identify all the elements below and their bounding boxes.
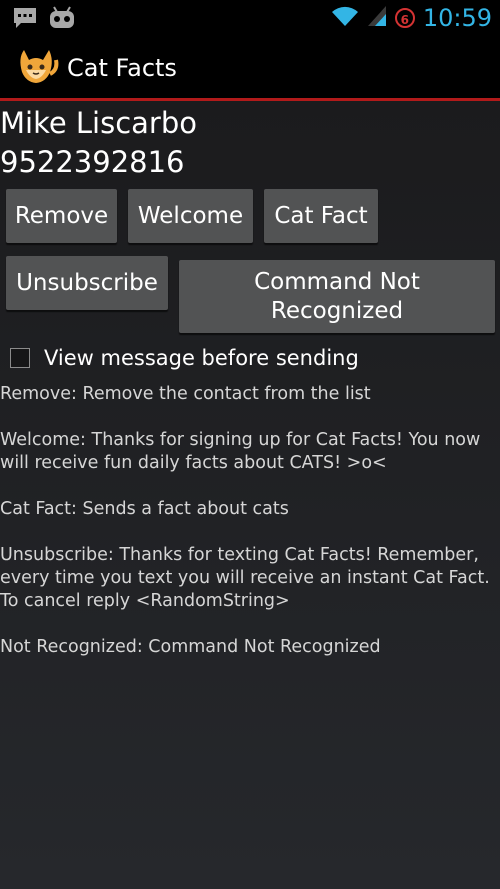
- view-message-checkbox[interactable]: [10, 348, 30, 368]
- view-message-toggle[interactable]: View message before sending: [10, 346, 359, 370]
- description-cat-fact: Cat Fact: Sends a fact about cats: [0, 499, 289, 519]
- chat-notification-icon[interactable]: [12, 6, 38, 34]
- wifi-icon: [331, 5, 359, 31]
- app-title: Cat Facts: [67, 54, 177, 82]
- command-not-recognized-button[interactable]: Command Not Recognized: [179, 260, 495, 333]
- welcome-button[interactable]: Welcome: [128, 189, 253, 243]
- description-not-recognized: Not Recognized: Command Not Recognized: [0, 637, 381, 657]
- description-remove: Remove: Remove the contact from the list: [0, 384, 371, 404]
- clock: 10:59: [422, 4, 492, 32]
- unsubscribe-button[interactable]: Unsubscribe: [6, 256, 168, 310]
- description-unsubscribe: Unsubscribe: Thanks for texting Cat Fact…: [0, 545, 490, 611]
- android-robot-icon[interactable]: [48, 6, 76, 34]
- contact-name: Mike Liscarbo: [0, 106, 198, 140]
- cat-icon[interactable]: [16, 46, 60, 92]
- remove-button[interactable]: Remove: [6, 189, 117, 243]
- signal-icon: [367, 5, 387, 31]
- action-bar: Cat Facts: [0, 36, 500, 98]
- description-welcome: Welcome: Thanks for signing up for Cat F…: [0, 430, 481, 473]
- battery-badge: 6: [394, 8, 415, 28]
- cat-fact-button[interactable]: Cat Fact: [264, 189, 378, 243]
- status-bar: 6 10:59: [0, 0, 500, 36]
- contact-phone: 9522392816: [0, 145, 185, 179]
- main-content: Mike Liscarbo 9522392816 Remove Welcome …: [0, 101, 500, 889]
- view-message-label: View message before sending: [44, 346, 359, 370]
